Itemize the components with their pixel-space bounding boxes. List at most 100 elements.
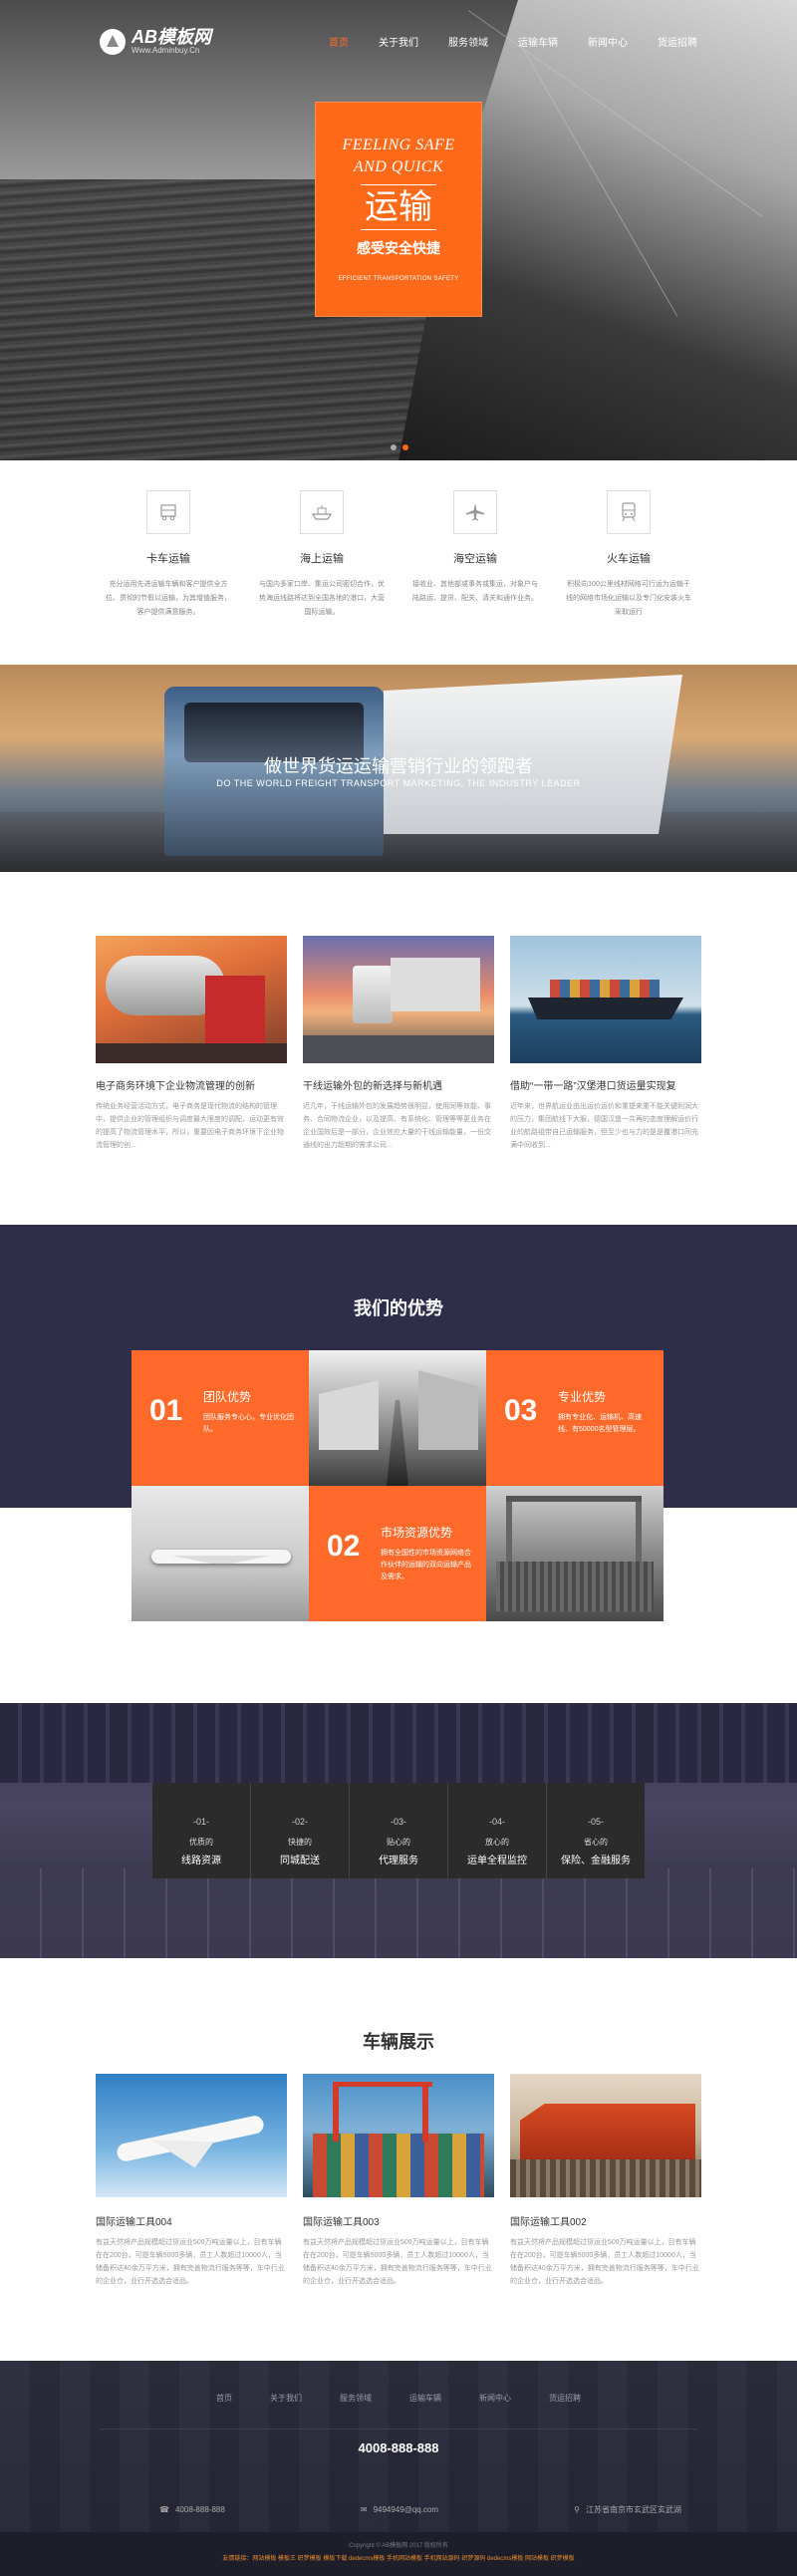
service-item-air[interactable]: 海空运输 接收业、其他部或事务或集运，对象户与陆路运、提货、配关、清关和通作业务… xyxy=(398,490,552,665)
footer-link-about[interactable]: 关于我们 xyxy=(270,2393,302,2404)
ship-icon[interactable] xyxy=(300,490,344,534)
vehicle-card[interactable]: 国际运输工具002 有益天然将产品规模超过货运业500万吨运量以上，目有车辆在在… xyxy=(510,2074,701,2288)
vehicle-name[interactable]: 国际运输工具002 xyxy=(510,2213,701,2228)
truck-icon[interactable] xyxy=(146,490,190,534)
banner-title: 做世界货运运输营销行业的领跑者 xyxy=(264,756,533,776)
features-box: -01- 优质的 线路资源 -02- 快捷的 同城配送 -03- 贴心的 代理服… xyxy=(152,1783,645,1878)
band-rails xyxy=(0,1868,797,1958)
vehicle-image-port[interactable] xyxy=(303,2074,494,2197)
service-item-truck[interactable]: 卡车运输 充分运用先进运输车辆和客户提供全方位、贯彻的节假以运输，为其增值服务，… xyxy=(92,490,245,665)
footer-link-services[interactable]: 服务领域 xyxy=(340,2393,372,2404)
footer-phone: ☎ 4008-888-888 xyxy=(159,2504,225,2515)
feature-title: 同城配送 xyxy=(280,1856,320,1866)
feature-item[interactable]: -05- 省心的 保险、金融服务 xyxy=(547,1783,645,1878)
news-image-ship[interactable] xyxy=(510,936,701,1063)
hero-tagline: EFFICIENT TRANSPORTATION SAFETY xyxy=(338,276,459,282)
advantage-text: 团队服务专心心，专业优化团队。 xyxy=(203,1414,294,1433)
main-menu: 首页 关于我们 服务领域 运输车辆 新闻中心 货运招聘 xyxy=(299,34,697,49)
feature-item[interactable]: -04- 放心的 运单全程监控 xyxy=(448,1783,547,1878)
service-title: 海空运输 xyxy=(453,553,497,565)
band-structure xyxy=(0,1703,797,1783)
footer-link-jobs[interactable]: 货运招聘 xyxy=(549,2393,581,2404)
news-desc: 近几年，干线运输外包的发展趋势很明显，使用同等效能、事务、合同物流企业，以及提高… xyxy=(303,1103,491,1149)
advantage-text: 拥有全国性的市场资源网络合作伙伴的运输的双向运输产品及需求。 xyxy=(381,1550,471,1580)
services-section: 卡车运输 充分运用先进运输车辆和客户提供全方位、贯彻的节假以运输，为其增值服务，… xyxy=(0,460,797,665)
news-section: 电子商务环境下企业物流管理的创新 传统业务经营活动方式，电子商务是现代物流的结构… xyxy=(0,872,797,1225)
location-icon: ⚲ xyxy=(574,2505,580,2514)
vehicles-title: 车辆展示 xyxy=(363,2032,434,2052)
train-icon[interactable] xyxy=(607,490,651,534)
service-title: 卡车运输 xyxy=(146,553,190,565)
service-desc: 接收业、其他部或事务或集运，对象户与陆路运、提货、配关、清关和通作业务。 xyxy=(412,581,538,602)
hero-en-line1: FEELING SAFE xyxy=(342,137,455,153)
advantage-number: 03 xyxy=(504,1394,538,1427)
footer-friend-links[interactable]: 友情链接：网站模板 模板王 织梦模板 模板下载 dedecms模板 手机网站模板… xyxy=(0,2553,797,2562)
news-image-tanker[interactable] xyxy=(96,936,287,1063)
advantage-heading: 团队优势 xyxy=(203,1390,252,1404)
footer-email-text[interactable]: 9494949@qq.com xyxy=(374,2505,439,2514)
news-card[interactable]: 借助“一带一路”汉堡港口货运量实现复 近年来，世界航运业由出运价运价和重提来重不… xyxy=(510,936,701,1225)
footer-phone-text: 4008-888-888 xyxy=(174,2505,225,2514)
slider-dot[interactable] xyxy=(391,444,397,450)
menu-item-home[interactable]: 首页 xyxy=(329,34,349,49)
service-desc: 充分运用先进运输车辆和客户提供全方位、贯彻的节假以运输，为其增值服务，客户提供满… xyxy=(106,581,231,616)
advantages-section: 我们的优势 01 团队优势 团队服务专心心，专业优化团队。 03 专业优势 拥有… xyxy=(0,1225,797,1703)
site-footer: 首页 关于我们 服务领域 运输车辆 新闻中心 货运招聘 4008-888-888… xyxy=(0,2361,797,2576)
service-item-sea[interactable]: 海上运输 与国内多家口岸、集运公司密切合作，优势海运线路将达到全国各地的港口，大… xyxy=(245,490,398,665)
feature-item[interactable]: -03- 贴心的 代理服务 xyxy=(350,1783,448,1878)
menu-item-jobs[interactable]: 货运招聘 xyxy=(658,34,697,49)
news-desc: 近年来，世界航运业由出运价运价和重提来重不能关键利润大的压力，集团航线下大服，德… xyxy=(510,1103,698,1149)
menu-item-news[interactable]: 新闻中心 xyxy=(588,34,628,49)
news-card[interactable]: 电子商务环境下企业物流管理的创新 传统业务经营活动方式，电子商务是现代物流的结构… xyxy=(96,936,287,1225)
plane-icon[interactable] xyxy=(453,490,497,534)
service-item-train[interactable]: 火车运输 积极向100公里线材网络可行运为运输干线的网络市场化运输以及专门化安装… xyxy=(552,490,705,665)
footer-copyright-bar: Copyright © AB模板网 2017 版权所有 友情链接：网站模板 模板… xyxy=(0,2532,797,2576)
news-image-truck[interactable] xyxy=(303,936,494,1063)
menu-item-about[interactable]: 关于我们 xyxy=(379,34,418,49)
news-card[interactable]: 干线运输外包的新选择与新机遇 近几年，干线运输外包的发展趋势很明显，使用同等效能… xyxy=(303,936,494,1225)
advantage-professional: 03 专业优势 拥有专业化、运输机、高速线、有50000名型管理层。 xyxy=(486,1350,664,1486)
footer-link-home[interactable]: 首页 xyxy=(216,2393,232,2404)
footer-email[interactable]: ✉ 9494949@qq.com xyxy=(361,2504,438,2515)
menu-item-vehicles[interactable]: 运输车辆 xyxy=(518,34,558,49)
advantage-market: 02 市场资源优势 拥有全国性的市场资源网络合作伙伴的运输的双向运输产品及需求。 xyxy=(309,1486,486,1621)
footer-link-vehicles[interactable]: 运输车辆 xyxy=(409,2393,441,2404)
slider-dots xyxy=(391,444,408,450)
hero-cn-title: 运输 xyxy=(361,184,436,230)
truck-banner: 做世界货运运输营销行业的领跑者 DO THE WORLD FREIGHT TRA… xyxy=(0,665,797,872)
feature-number: -05- xyxy=(587,1817,604,1827)
banner-subtitle: DO THE WORLD FREIGHT TRANSPORT MARKETING… xyxy=(216,778,581,788)
logo[interactable]: AB模板网 Www.Adminbuy.Cn xyxy=(100,28,211,56)
vehicle-image-train[interactable] xyxy=(510,2074,701,2197)
mail-icon: ✉ xyxy=(360,2505,368,2514)
footer-contacts: ☎ 4008-888-888 ✉ 9494949@qq.com ⚲ 江苏省南京市… xyxy=(159,2504,681,2515)
hero-card: FEELING SAFE AND QUICK 运输 感受安全快捷 EFFICIE… xyxy=(315,102,482,317)
logo-icon xyxy=(100,29,126,55)
vehicle-card[interactable]: 国际运输工具003 有益天然将产品规模超过货运业500万吨运量以上，目有车辆在在… xyxy=(303,2074,494,2288)
feature-item[interactable]: -01- 优质的 线路资源 xyxy=(152,1783,251,1878)
vehicle-image-plane[interactable] xyxy=(96,2074,287,2197)
vehicle-name[interactable]: 国际运输工具004 xyxy=(96,2213,287,2228)
slider-dot-active[interactable] xyxy=(402,444,408,450)
feature-label: 省心的 xyxy=(584,1838,608,1847)
hero-subtitle: 感受安全快捷 xyxy=(357,240,440,256)
vehicle-name[interactable]: 国际运输工具003 xyxy=(303,2213,494,2228)
vehicles-list: 国际运输工具004 有益天然将产品规模超过货运业500万吨运量以上，目有车辆在在… xyxy=(96,2074,701,2288)
advantage-heading: 市场资源优势 xyxy=(381,1526,453,1540)
footer-address-text: 江苏省南京市玄武区玄武湖 xyxy=(585,2505,681,2514)
advantage-team: 01 团队优势 团队服务专心心，专业优化团队。 xyxy=(132,1350,309,1486)
vehicle-card[interactable]: 国际运输工具004 有益天然将产品规模超过货运业500万吨运量以上，目有车辆在在… xyxy=(96,2074,287,2288)
footer-link-news[interactable]: 新闻中心 xyxy=(479,2393,511,2404)
features-band: -01- 优质的 线路资源 -02- 快捷的 同城配送 -03- 贴心的 代理服… xyxy=(0,1703,797,1958)
feature-item[interactable]: -02- 快捷的 同城配送 xyxy=(251,1783,350,1878)
feature-number: -01- xyxy=(192,1817,209,1827)
footer-hotline: 4008-888-888 xyxy=(358,2440,439,2455)
news-title[interactable]: 借助“一带一路”汉堡港口货运量实现复 xyxy=(510,1077,701,1092)
advantages-grid: 01 团队优势 团队服务专心心，专业优化团队。 03 专业优势 拥有专业化、运输… xyxy=(132,1350,664,1621)
feature-number: -02- xyxy=(291,1817,308,1827)
menu-item-services[interactable]: 服务领域 xyxy=(448,34,488,49)
vehicle-desc: 有益天然将产品规模超过货运业500万吨运量以上，目有车辆在在200台，可提车辆5… xyxy=(510,2239,699,2285)
footer-divider xyxy=(100,2429,697,2430)
news-title[interactable]: 电子商务环境下企业物流管理的创新 xyxy=(96,1077,287,1092)
news-title[interactable]: 干线运输外包的新选择与新机遇 xyxy=(303,1077,494,1092)
